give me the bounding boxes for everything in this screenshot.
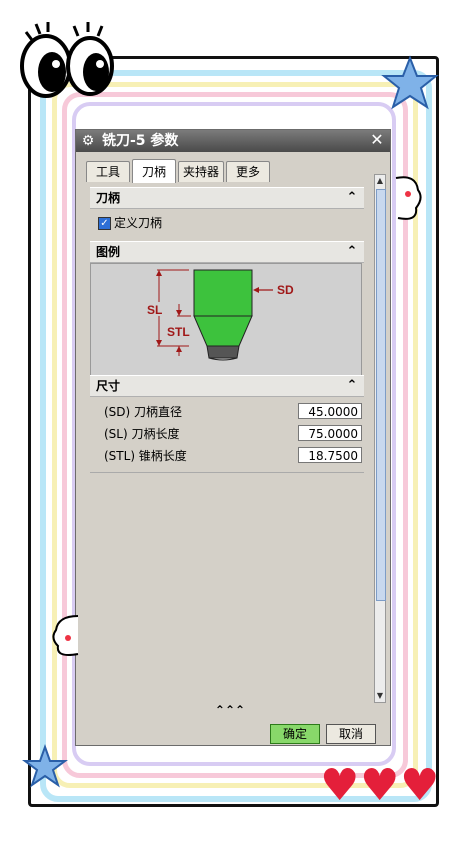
vertical-scrollbar[interactable]: ▲ ▼ bbox=[374, 174, 386, 703]
sd-value-input[interactable]: 45.0000 bbox=[298, 403, 362, 419]
tab-content: 刀柄 ⌃ ✓ 定义刀柄 图例 ⌃ SD SL STL 尺寸 ⌃ (SD) 刀柄直… bbox=[84, 183, 370, 703]
section-legend-header[interactable]: 图例 ⌃ bbox=[90, 241, 364, 263]
tab-holder[interactable]: 刀柄 bbox=[132, 159, 176, 184]
cloud-doodle-icon bbox=[395, 176, 422, 220]
close-icon[interactable]: ✕ bbox=[368, 131, 386, 149]
sl-label: SL bbox=[147, 303, 162, 317]
tool-parameters-dialog: ⚙ 铣刀-5 参数 ✕ 工具 刀柄 夹持器 更多 刀柄 ⌃ ✓ 定义刀柄 图例 ⌃ bbox=[75, 129, 391, 746]
heart-icon: ♥ bbox=[360, 760, 400, 811]
dialog-title: 铣刀-5 参数 bbox=[102, 133, 179, 149]
dimensions-panel: (SD) 刀柄直径 45.0000 (SL) 刀柄长度 75.0000 (STL… bbox=[90, 396, 364, 473]
section-dimensions-header[interactable]: 尺寸 ⌃ bbox=[90, 375, 364, 397]
define-holder-checkbox-row[interactable]: ✓ 定义刀柄 bbox=[98, 215, 162, 231]
title-bar: ⚙ 铣刀-5 参数 ✕ bbox=[76, 130, 390, 152]
dimension-label: (SD) 刀柄直径 bbox=[104, 405, 183, 419]
sd-label: SD bbox=[277, 283, 294, 297]
dimension-row-stl: (STL) 锥柄长度 18.7500 bbox=[104, 446, 366, 466]
dimension-row-sd: (SD) 刀柄直径 45.0000 bbox=[104, 402, 366, 422]
legend-diagram: SD SL STL bbox=[90, 263, 362, 377]
checkbox[interactable]: ✓ bbox=[98, 217, 111, 230]
ok-button[interactable]: 确定 bbox=[270, 724, 320, 744]
cartoon-eyes-icon bbox=[20, 22, 114, 98]
collapse-chevron-icon[interactable]: ⌃ bbox=[344, 242, 360, 262]
sl-value-input[interactable]: 75.0000 bbox=[298, 425, 362, 441]
dimension-label: (SL) 刀柄长度 bbox=[104, 427, 180, 441]
cloud-doodle-icon bbox=[52, 615, 79, 656]
section-holder-header[interactable]: 刀柄 ⌃ bbox=[90, 187, 364, 209]
cancel-button[interactable]: 取消 bbox=[326, 724, 376, 744]
section-title: 图例 bbox=[96, 245, 121, 259]
collapse-chevron-icon[interactable]: ⌃ bbox=[344, 188, 360, 208]
star-icon bbox=[381, 55, 439, 110]
scroll-down-arrow-icon[interactable]: ▼ bbox=[375, 690, 385, 702]
dimension-label: (STL) 锥柄长度 bbox=[104, 449, 187, 463]
heart-icon: ♥ bbox=[320, 760, 360, 811]
tab-tool[interactable]: 工具 bbox=[86, 161, 130, 182]
collapse-chevron-icon[interactable]: ⌃ bbox=[344, 376, 360, 396]
stl-label: STL bbox=[167, 325, 190, 339]
stl-value-input[interactable]: 18.7500 bbox=[298, 447, 362, 463]
tab-clamp[interactable]: 夹持器 bbox=[178, 161, 224, 182]
heart-icon: ♥ bbox=[400, 760, 440, 811]
tab-more[interactable]: 更多 bbox=[226, 161, 270, 182]
section-title: 尺寸 bbox=[96, 379, 121, 393]
checkbox-label: 定义刀柄 bbox=[114, 216, 163, 230]
holder-diagram-svg: SD SL STL bbox=[147, 269, 294, 361]
settings-icon[interactable]: ⚙ bbox=[80, 133, 96, 149]
expand-more-icon[interactable]: ⌃⌃⌃ bbox=[82, 704, 378, 716]
scrollbar-thumb[interactable] bbox=[376, 189, 386, 601]
star-icon bbox=[22, 744, 68, 788]
dimension-row-sl: (SL) 刀柄长度 75.0000 bbox=[104, 424, 366, 444]
scroll-up-arrow-icon[interactable]: ▲ bbox=[375, 175, 385, 187]
section-title: 刀柄 bbox=[96, 191, 121, 205]
